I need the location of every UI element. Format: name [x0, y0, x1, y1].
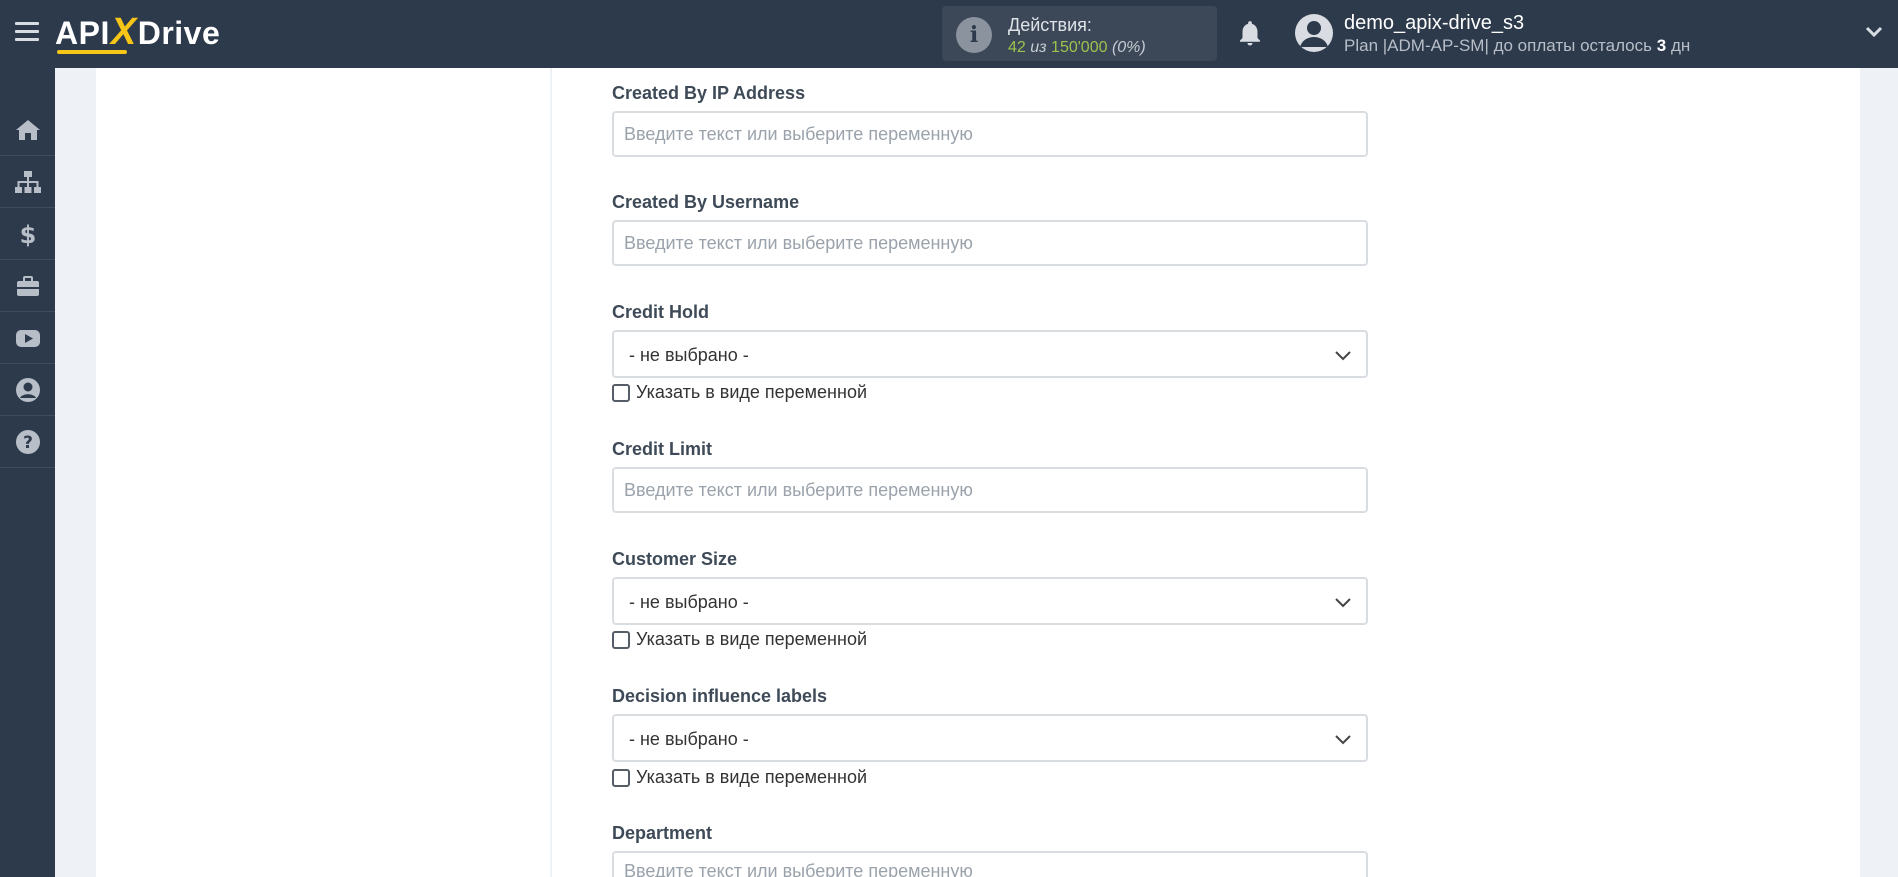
actions-total: 150'000: [1051, 39, 1108, 56]
field-label-credit-hold: Credit Hold: [612, 302, 709, 322]
checkbox[interactable]: [612, 631, 630, 649]
user-name[interactable]: demo_apix-drive_s3: [1344, 12, 1524, 35]
logo-drive-text: Drive: [137, 15, 221, 51]
sitemap-icon: [14, 170, 41, 193]
chevron-down-icon: [1335, 598, 1351, 608]
logo-underline: [57, 50, 127, 54]
sidebar-item-profile[interactable]: [0, 364, 55, 416]
select-value: - не выбрано -: [629, 592, 749, 612]
checkbox-label: Указать в виде переменной: [636, 629, 868, 649]
chevron-down-icon[interactable]: [1864, 22, 1884, 42]
decision-influence-select[interactable]: - не выбрано -: [612, 714, 1368, 762]
plan-text: Plan |ADM-AP-SM| до оплаты осталось: [1344, 36, 1652, 55]
checkbox-label: Указать в виде переменной: [636, 767, 868, 787]
credit-limit-input[interactable]: [612, 467, 1368, 513]
field-label-department: Department: [612, 823, 713, 843]
sidebar-item-video[interactable]: [0, 312, 55, 364]
field-label-credit-limit: Credit Limit: [612, 439, 713, 459]
avatar[interactable]: [1295, 14, 1333, 52]
sidebar-item-billing[interactable]: $: [0, 208, 55, 260]
actions-used: 42: [1008, 39, 1026, 56]
user-circle-icon: [15, 377, 40, 402]
field-label-decision-influence: Decision influence labels: [612, 686, 828, 706]
created-by-username-input[interactable]: [612, 220, 1368, 266]
sidebar-item-home[interactable]: [0, 104, 55, 156]
sidebar-item-help[interactable]: ?: [0, 416, 55, 468]
actions-percent: (0%): [1111, 39, 1146, 56]
credit-hold-select[interactable]: - не выбрано -: [612, 330, 1368, 378]
actions-usage: 42 из 150'000 (0%): [1008, 39, 1146, 57]
user-plan: Plan |ADM-AP-SM| до оплаты осталось 3 дн: [1344, 36, 1690, 56]
chevron-down-icon: [1335, 735, 1351, 745]
dollar-icon: $: [19, 221, 36, 248]
svg-text:$: $: [19, 221, 36, 248]
home-icon: [15, 119, 40, 140]
checkbox[interactable]: [612, 769, 630, 787]
department-input[interactable]: [612, 851, 1368, 877]
actions-counter: i Действия: 42 из 150'000 (0%): [942, 6, 1217, 61]
sidebar-item-services[interactable]: [0, 260, 55, 312]
briefcase-icon: [16, 275, 39, 296]
bell-icon[interactable]: [1235, 18, 1265, 48]
svg-text:?: ?: [23, 433, 33, 453]
plan-days-value: 3: [1656, 36, 1667, 55]
field-label-created-by-username: Created By Username: [612, 192, 800, 212]
customer-size-select[interactable]: - не выбрано -: [612, 577, 1368, 625]
chevron-down-icon: [1335, 351, 1351, 361]
info-icon: i: [956, 17, 992, 53]
left-panel: [96, 68, 550, 877]
sidebar: $ ?: [0, 68, 55, 877]
logo[interactable]: APIXDrive: [55, 10, 220, 54]
actions-title: Действия:: [1008, 15, 1092, 35]
select-value: - не выбрано -: [629, 729, 749, 749]
select-value: - не выбрано -: [629, 345, 749, 365]
logo-x-text: X: [110, 11, 137, 53]
field-label-customer-size: Customer Size: [612, 549, 738, 569]
youtube-icon: [15, 329, 40, 347]
created-by-ip-input[interactable]: [612, 111, 1368, 157]
logo-api-text: API: [55, 15, 110, 51]
question-icon: ?: [15, 429, 40, 454]
top-bar: APIXDrive i Действия: 42 из 150'000 (0%)…: [0, 0, 1898, 68]
sidebar-item-connections[interactable]: [0, 156, 55, 208]
actions-separator: из: [1030, 39, 1047, 56]
plan-days-unit: дн: [1670, 36, 1691, 55]
checkbox[interactable]: [612, 384, 630, 402]
field-label-created-by-ip: Created By IP Address: [612, 83, 806, 103]
checkbox-label: Указать в виде переменной: [636, 382, 868, 402]
menu-icon[interactable]: [15, 22, 39, 42]
